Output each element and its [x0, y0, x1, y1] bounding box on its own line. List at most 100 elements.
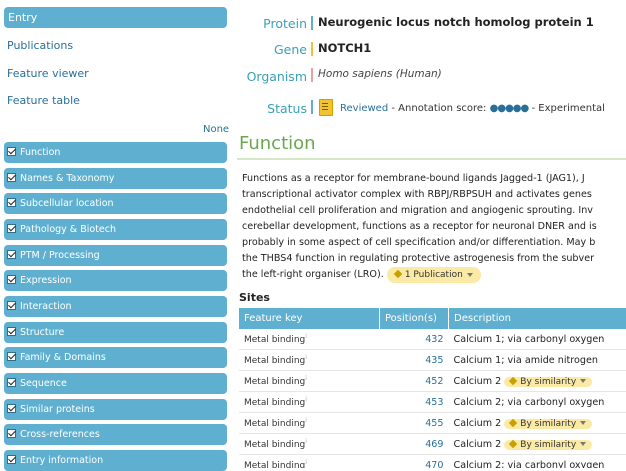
similarity-badge[interactable]: By similarity	[504, 419, 592, 429]
function-line-last: the left-right organiser (LRO). 1 Public…	[242, 267, 622, 283]
checkbox-icon[interactable]	[7, 198, 16, 207]
section-label: Subcellular location	[20, 198, 114, 209]
description-text: Calcium 2	[454, 376, 502, 387]
checkbox-icon[interactable]	[7, 455, 16, 464]
description-text: Calcium 2; via carbonyl oxygen	[454, 460, 605, 469]
section-sequence[interactable]: Sequence	[4, 373, 227, 394]
checkbox-icon[interactable]	[7, 275, 16, 284]
section-family-domains[interactable]: Family & Domains	[4, 347, 227, 368]
section-label: Function	[20, 147, 60, 158]
description-text: Calcium 2	[454, 418, 502, 429]
section-label: Structure	[20, 327, 64, 338]
organism-name[interactable]: Homo sapiens (Human)	[318, 68, 442, 80]
evidence-icon	[394, 270, 402, 278]
feature-key: Metal binding	[244, 335, 305, 345]
feature-key: Metal binding	[244, 419, 305, 429]
position-cell[interactable]: 453	[380, 392, 449, 413]
similarity-badge[interactable]: By similarity	[504, 440, 592, 450]
section-function[interactable]: Function	[4, 142, 227, 163]
checkbox-icon[interactable]	[7, 404, 16, 413]
section-similar-proteins[interactable]: Similar proteins	[4, 399, 227, 420]
checkbox-icon[interactable]	[7, 327, 16, 336]
position-cell[interactable]: 470	[380, 455, 449, 469]
feature-key-cell: Metal bindingi	[239, 350, 380, 371]
table-row: Metal bindingi453Calcium 2; via carbonyl…	[239, 392, 626, 413]
col-description[interactable]: Description	[449, 308, 626, 329]
dropdown-arrow-icon	[580, 421, 586, 425]
position-cell[interactable]: 455	[380, 413, 449, 434]
position-cell[interactable]: 452	[380, 371, 449, 392]
info-icon[interactable]: i	[305, 438, 307, 445]
annotation-score-dots-icon: ●●●●●	[490, 103, 529, 114]
function-line: the THBS4 function in regulating protect…	[242, 251, 622, 267]
section-expression[interactable]: Expression	[4, 270, 227, 291]
section-ptm-processing[interactable]: PTM / Processing	[4, 245, 227, 266]
checkbox-icon[interactable]	[7, 250, 16, 259]
position-cell[interactable]: 432	[380, 329, 449, 350]
checkbox-icon[interactable]	[7, 378, 16, 387]
function-line: the left-right organiser (LRO).	[242, 269, 384, 280]
section-names-taxonomy[interactable]: Names & Taxonomy	[4, 168, 227, 189]
sites-table-body: Metal bindingi432Calcium 1; via carbonyl…	[239, 329, 626, 468]
feature-key: Metal binding	[244, 440, 305, 450]
status-dash: -	[531, 103, 535, 114]
section-pathology-biotech[interactable]: Pathology & Biotech	[4, 219, 227, 240]
checkbox-icon[interactable]	[7, 301, 16, 310]
section-interaction[interactable]: Interaction	[4, 296, 227, 317]
similarity-badge[interactable]: By similarity	[504, 377, 592, 387]
nav-feature-table[interactable]: Feature table	[7, 94, 80, 107]
checkbox-icon[interactable]	[7, 173, 16, 182]
section-label: Names & Taxonomy	[20, 173, 114, 184]
section-cross-references[interactable]: Cross-references	[4, 424, 227, 445]
description-text: Calcium 2; via carbonyl oxygen	[454, 397, 605, 408]
similarity-badge-label: By similarity	[520, 377, 576, 387]
info-icon[interactable]: i	[305, 396, 307, 403]
table-row: Metal bindingi 452 Calcium 2 By similarity	[239, 371, 626, 392]
similarity-badge-label: By similarity	[520, 419, 576, 429]
gene-name: NOTCH1	[318, 41, 371, 55]
col-positions[interactable]: Position(s)	[380, 308, 449, 329]
checkbox-icon[interactable]	[7, 147, 16, 156]
nav-publications[interactable]: Publications	[7, 39, 73, 52]
checkbox-icon[interactable]	[7, 429, 16, 438]
info-icon[interactable]: i	[305, 333, 307, 340]
checkbox-icon[interactable]	[7, 224, 16, 233]
table-row: Metal bindingi470 Calcium 2; via carbonyl…	[239, 455, 626, 469]
description-cell: Calcium 1; via carbonyl oxygen	[449, 329, 626, 350]
feature-key: Metal binding	[244, 377, 305, 387]
info-icon[interactable]: i	[305, 417, 307, 424]
info-icon[interactable]: i	[305, 459, 307, 466]
col-feature-key[interactable]: Feature key	[239, 308, 380, 329]
position-cell[interactable]: 435	[380, 350, 449, 371]
nav-feature-viewer[interactable]: Feature viewer	[7, 67, 89, 80]
evidence-icon	[509, 439, 517, 447]
status-line: Reviewed - Annotation score: ●●●●● - Exp…	[340, 103, 605, 114]
feature-key-cell: Metal bindingi	[239, 413, 380, 434]
status-bar	[311, 100, 313, 114]
info-icon[interactable]: i	[305, 375, 307, 382]
function-line: Functions as a receptor for membrane-bou…	[242, 171, 622, 187]
dropdown-arrow-icon	[580, 442, 586, 446]
similarity-badge-label: By similarity	[520, 440, 576, 450]
publication-badge[interactable]: 1 Publication	[387, 267, 481, 283]
gene-label: Gene	[232, 42, 307, 57]
checkbox-icon[interactable]	[7, 352, 16, 361]
function-info-icon[interactable]: i	[311, 139, 313, 147]
section-divider	[237, 158, 626, 160]
description-cell: Calcium 2; via carbonyl oxygen	[449, 392, 626, 413]
section-subcellular-location[interactable]: Subcellular location	[4, 193, 227, 214]
gene-bar	[311, 42, 313, 56]
none-link[interactable]: None	[203, 124, 229, 135]
entry-button[interactable]: Entry	[4, 7, 227, 28]
position-cell[interactable]: 469	[380, 434, 449, 455]
section-label: Interaction	[20, 301, 72, 312]
feature-key: Metal binding	[244, 356, 305, 366]
evidence-icon	[509, 376, 517, 384]
info-icon[interactable]: i	[305, 354, 307, 361]
section-label: Pathology & Biotech	[20, 224, 116, 235]
description-text: Calcium 1; via carbonyl oxygen	[454, 334, 605, 345]
reviewed-link[interactable]: Reviewed	[340, 103, 388, 114]
feature-key-cell: Metal bindingi	[239, 455, 380, 469]
protein-bar	[311, 16, 313, 30]
section-structure[interactable]: Structure	[4, 322, 227, 343]
